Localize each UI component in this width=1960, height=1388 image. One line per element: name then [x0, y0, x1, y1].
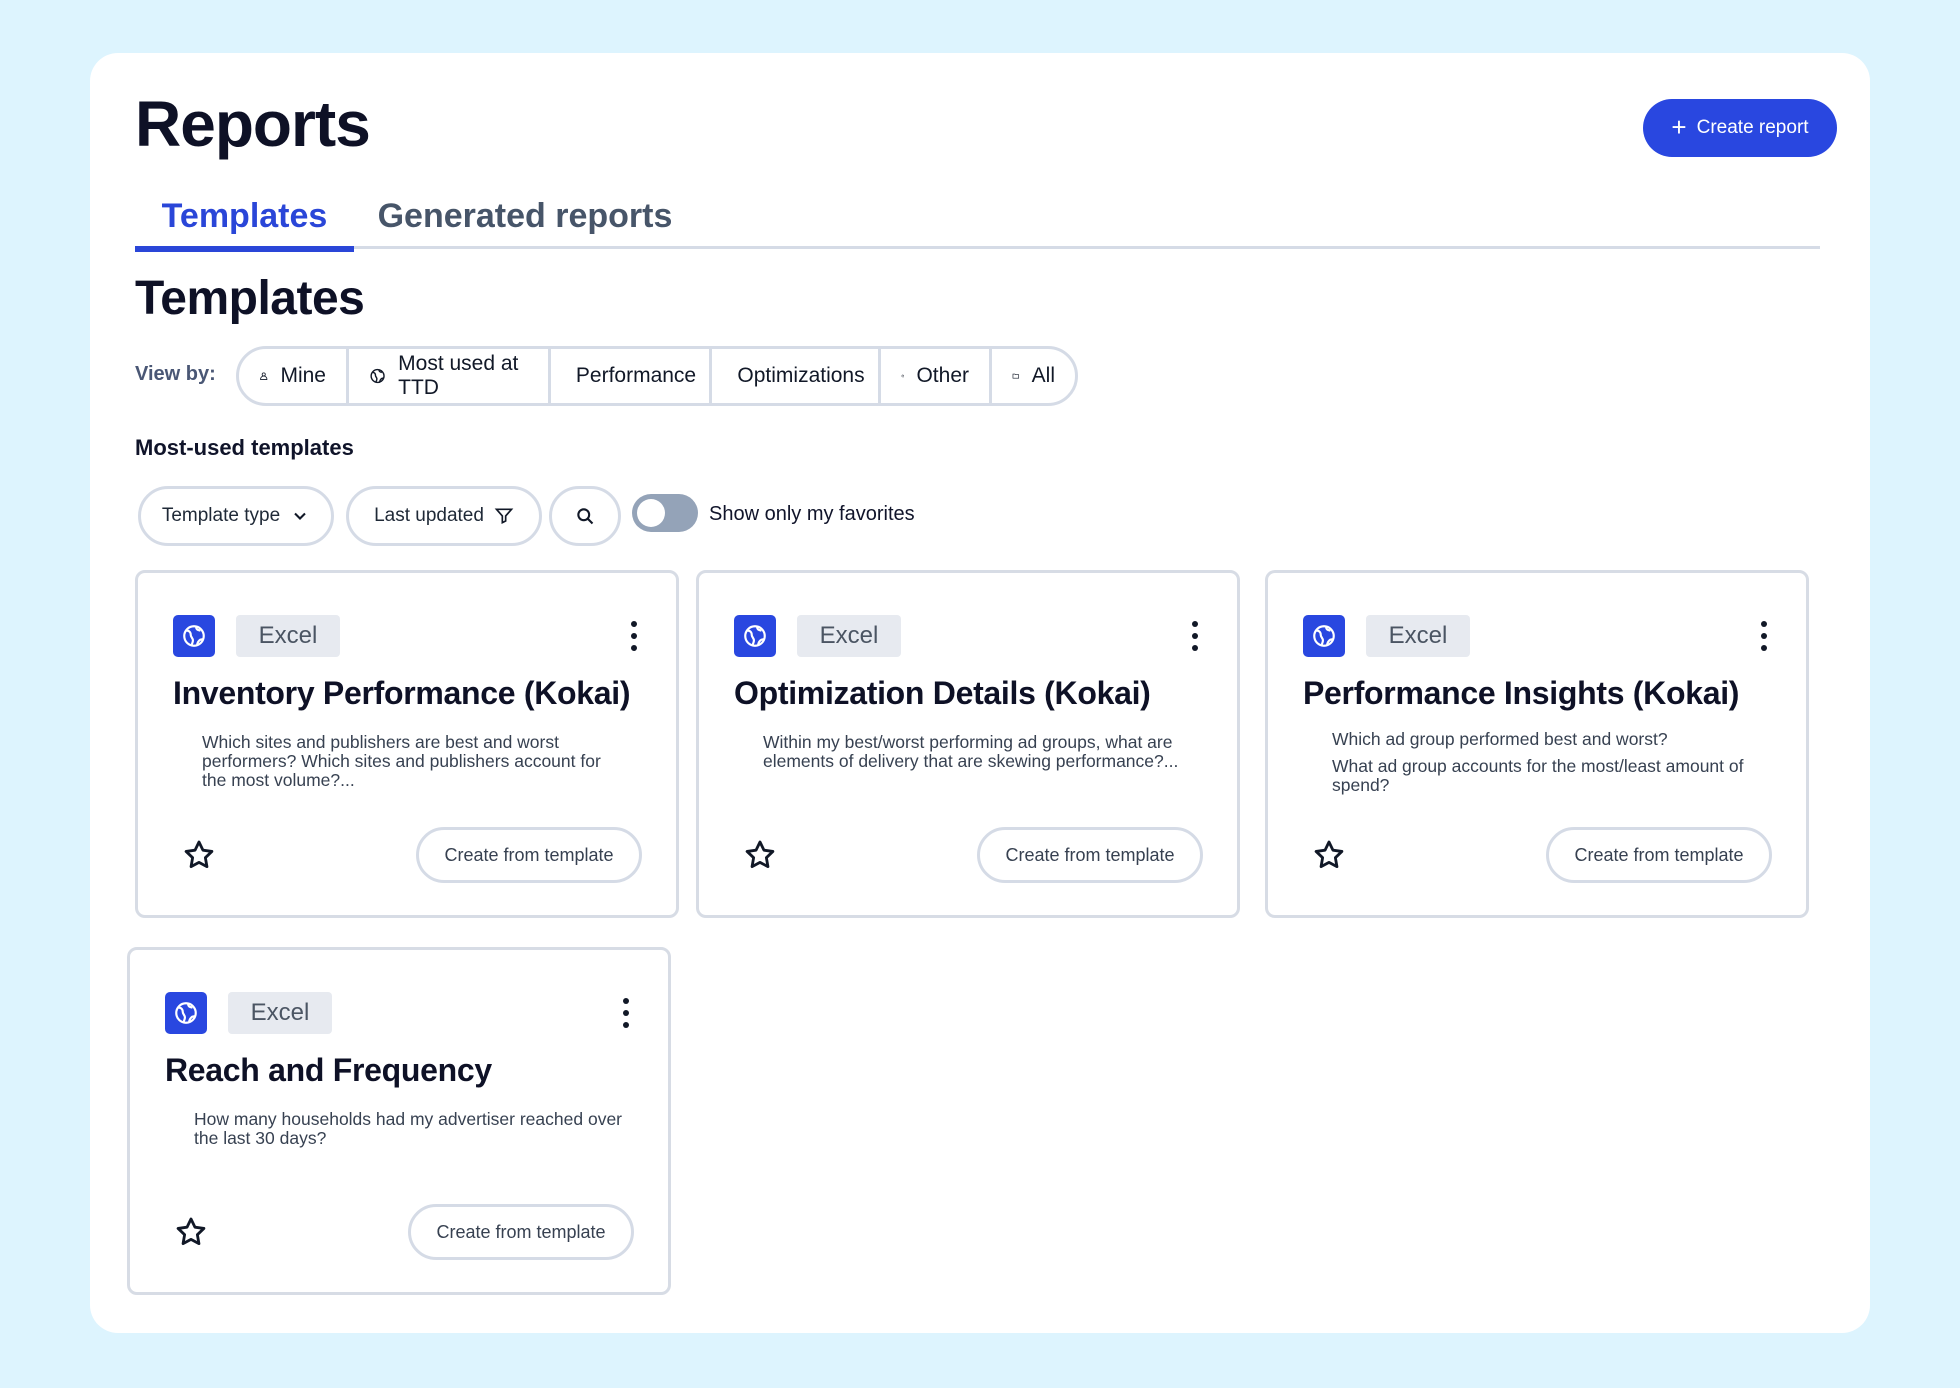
create-from-template-button[interactable]: Create from template: [416, 827, 642, 883]
last-updated-filter[interactable]: Last updated: [346, 486, 542, 546]
star-icon[interactable]: [743, 838, 777, 872]
template-card[interactable]: Excel Reach and Frequency How many house…: [127, 947, 671, 1295]
more-options-icon[interactable]: [628, 621, 640, 651]
favorites-toggle-label: Show only my favorites: [709, 503, 915, 525]
view-by-label: View by:: [135, 363, 216, 385]
search-button[interactable]: [549, 486, 621, 546]
card-title: Performance Insights (Kokai): [1303, 675, 1740, 711]
card-description: Which sites and publishers are best and …: [202, 732, 601, 790]
create-report-label: Create report: [1696, 117, 1809, 138]
plus-icon: +: [1671, 112, 1687, 142]
file-type-badge: Excel: [228, 992, 332, 1034]
create-from-template-button[interactable]: Create from template: [408, 1204, 634, 1260]
filter-icon: [494, 508, 514, 525]
page-title: Reports: [135, 88, 371, 160]
tab-templates[interactable]: Templates: [135, 183, 354, 252]
globe-icon: [734, 615, 776, 657]
view-by-mine[interactable]: Mine: [239, 349, 349, 403]
tab-generated-reports[interactable]: Generated reports: [375, 183, 675, 249]
create-from-template-button[interactable]: Create from template: [1546, 827, 1772, 883]
template-card[interactable]: Excel Performance Insights (Kokai) Which…: [1265, 570, 1809, 918]
network-icon: [901, 374, 905, 378]
view-by-other[interactable]: Other: [881, 349, 992, 403]
globe-icon: [173, 615, 215, 657]
view-by-optimizations[interactable]: Optimizations: [712, 349, 881, 403]
file-type-badge: Excel: [236, 615, 340, 657]
folder-icon: [1012, 373, 1020, 379]
create-from-template-button[interactable]: Create from template: [977, 827, 1203, 883]
most-used-heading: Most-used templates: [135, 435, 354, 460]
card-description: Within my best/worst performing ad group…: [763, 732, 1179, 771]
file-type-badge: Excel: [1366, 615, 1470, 657]
more-options-icon[interactable]: [1189, 621, 1201, 651]
view-by-segmented-control: Mine Most used at TTD Performance Optimi…: [236, 346, 1078, 406]
toggle-knob: [637, 499, 665, 527]
tab-bar: Templates Generated reports: [135, 183, 1820, 252]
reports-panel: Reports + Create report Templates Genera…: [90, 53, 1870, 1333]
chevron-down-icon: [294, 512, 306, 520]
globe-icon: [370, 368, 385, 384]
card-description: Which ad group performed best and worst?…: [1332, 729, 1744, 795]
template-type-dropdown[interactable]: Template type: [138, 486, 334, 546]
more-options-icon[interactable]: [620, 998, 632, 1028]
view-by-all[interactable]: All: [992, 349, 1075, 403]
globe-icon: [1303, 615, 1345, 657]
card-title: Inventory Performance (Kokai): [173, 675, 631, 711]
search-icon: [577, 508, 594, 525]
card-title: Optimization Details (Kokai): [734, 675, 1151, 711]
more-options-icon[interactable]: [1758, 621, 1770, 651]
file-type-badge: Excel: [797, 615, 901, 657]
card-description: How many households had my advertiser re…: [194, 1109, 622, 1148]
star-icon[interactable]: [1312, 838, 1346, 872]
globe-icon: [165, 992, 207, 1034]
favorites-toggle[interactable]: [632, 494, 698, 532]
create-report-button[interactable]: + Create report: [1643, 99, 1837, 157]
card-title: Reach and Frequency: [165, 1052, 492, 1088]
star-icon[interactable]: [182, 838, 216, 872]
star-icon[interactable]: [174, 1215, 208, 1249]
section-title: Templates: [135, 272, 365, 325]
view-by-most-used[interactable]: Most used at TTD: [349, 349, 551, 403]
person-icon: [260, 372, 268, 380]
view-by-performance[interactable]: Performance: [551, 349, 712, 403]
template-card[interactable]: Excel Optimization Details (Kokai) Withi…: [696, 570, 1240, 918]
template-card[interactable]: Excel Inventory Performance (Kokai) Whic…: [135, 570, 679, 918]
